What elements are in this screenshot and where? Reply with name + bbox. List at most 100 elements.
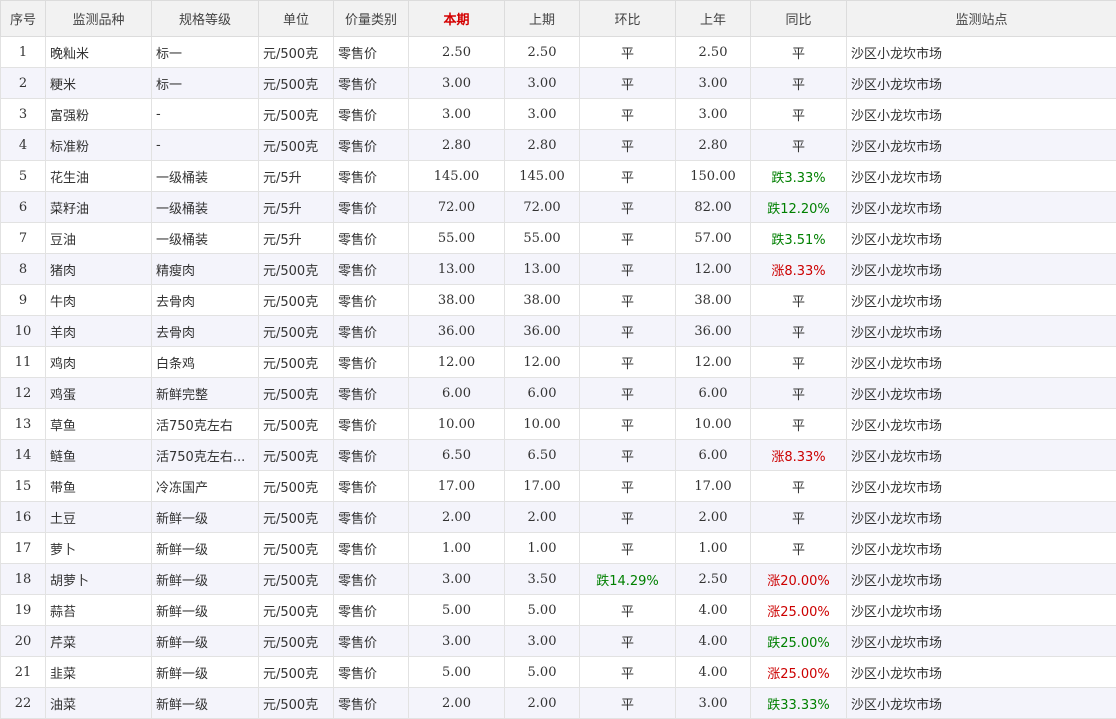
header-current: 本期 <box>408 0 505 37</box>
cell-mom: 平 <box>579 222 676 254</box>
cell-current: 3.00 <box>408 67 505 99</box>
cell-last-year: 3.00 <box>675 67 751 99</box>
cell-index: 5 <box>0 160 46 192</box>
cell-mom: 平 <box>579 284 676 316</box>
cell-price-type: 零售价 <box>333 284 409 316</box>
cell-current: 55.00 <box>408 222 505 254</box>
cell-site: 沙区小龙坎市场 <box>846 625 1116 657</box>
cell-current: 36.00 <box>408 315 505 347</box>
cell-unit: 元/500克 <box>258 656 334 688</box>
cell-name: 韭菜 <box>45 656 152 688</box>
cell-unit: 元/500克 <box>258 284 334 316</box>
cell-spec: 一级桶装 <box>151 222 259 254</box>
cell-yoy: 跌3.33% <box>750 160 847 192</box>
cell-yoy: 跌3.51% <box>750 222 847 254</box>
cell-price-type: 零售价 <box>333 129 409 161</box>
cell-unit: 元/500克 <box>258 67 334 99</box>
cell-current: 1.00 <box>408 532 505 564</box>
cell-spec: 去骨肉 <box>151 315 259 347</box>
table-row: 5 花生油 一级桶装 元/5升 零售价 145.00 145.00 平 150.00 跌3.33%… <box>0 160 1116 192</box>
cell-mom: 平 <box>579 532 676 564</box>
cell-mom: 平 <box>579 315 676 347</box>
cell-name: 蒜苔 <box>45 594 152 626</box>
table-row: 22 油菜 新鲜一级 元/500克 零售价 2.00 2.00 平 3.00 跌33.33% 沙区小… <box>0 687 1116 719</box>
cell-last-year: 36.00 <box>675 315 751 347</box>
cell-name: 猪肉 <box>45 253 152 285</box>
cell-spec: 新鲜一级 <box>151 563 259 595</box>
cell-last-year: 4.00 <box>675 594 751 626</box>
cell-name: 牛肉 <box>45 284 152 316</box>
cell-site: 沙区小龙坎市场 <box>846 36 1116 68</box>
cell-previous: 36.00 <box>504 315 580 347</box>
table-header: 序号 监测品种 规格等级 单位 价量类别 本期 上期 环比 上年 同比 监测站点 <box>0 0 1116 37</box>
cell-previous: 3.00 <box>504 98 580 130</box>
cell-current: 145.00 <box>408 160 505 192</box>
cell-name: 鲢鱼 <box>45 439 152 471</box>
table-row: 6 菜籽油 一级桶装 元/5升 零售价 72.00 72.00 平 82.00 跌12.20% 沙区… <box>0 191 1116 223</box>
cell-price-type: 零售价 <box>333 532 409 564</box>
cell-mom: 平 <box>579 98 676 130</box>
table-row: 16 土豆 新鲜一级 元/500克 零售价 2.00 2.00 平 2.00 平沙区小龙坎市场 <box>0 501 1116 533</box>
cell-previous: 12.00 <box>504 346 580 378</box>
cell-unit: 元/500克 <box>258 501 334 533</box>
cell-mom: 跌14.29% <box>579 563 676 595</box>
cell-site: 沙区小龙坎市场 <box>846 501 1116 533</box>
cell-index: 2 <box>0 67 46 99</box>
cell-current: 17.00 <box>408 470 505 502</box>
table-row: 17 萝卜 新鲜一级 元/500克 零售价 1.00 1.00 平 1.00 平沙区小龙坎市场 <box>0 532 1116 564</box>
cell-price-type: 零售价 <box>333 191 409 223</box>
cell-yoy: 平 <box>750 501 847 533</box>
cell-previous: 3.00 <box>504 67 580 99</box>
cell-previous: 10.00 <box>504 408 580 440</box>
cell-index: 16 <box>0 501 46 533</box>
cell-spec: 一级桶装 <box>151 160 259 192</box>
cell-price-type: 零售价 <box>333 656 409 688</box>
cell-name: 花生油 <box>45 160 152 192</box>
cell-spec: 精瘦肉 <box>151 253 259 285</box>
cell-site: 沙区小龙坎市场 <box>846 563 1116 595</box>
cell-name: 豆油 <box>45 222 152 254</box>
cell-last-year: 12.00 <box>675 346 751 378</box>
cell-spec: 新鲜一级 <box>151 532 259 564</box>
cell-previous: 3.50 <box>504 563 580 595</box>
cell-index: 4 <box>0 129 46 161</box>
cell-unit: 元/500克 <box>258 253 334 285</box>
cell-unit: 元/500克 <box>258 594 334 626</box>
cell-current: 5.00 <box>408 594 505 626</box>
table-row: 4 标准粉 - 元/500克 零售价 2.80 2.80 平 2.80 平沙区小龙坎市场 <box>0 129 1116 161</box>
cell-current: 6.00 <box>408 377 505 409</box>
cell-name: 标准粉 <box>45 129 152 161</box>
cell-price-type: 零售价 <box>333 377 409 409</box>
cell-site: 沙区小龙坎市场 <box>846 687 1116 719</box>
cell-name: 带鱼 <box>45 470 152 502</box>
cell-site: 沙区小龙坎市场 <box>846 408 1116 440</box>
header-price-type: 价量类别 <box>333 0 409 37</box>
cell-price-type: 零售价 <box>333 36 409 68</box>
cell-yoy: 涨25.00% <box>750 656 847 688</box>
cell-name: 菜籽油 <box>45 191 152 223</box>
cell-name: 芹菜 <box>45 625 152 657</box>
cell-yoy: 平 <box>750 408 847 440</box>
cell-name: 萝卜 <box>45 532 152 564</box>
cell-index: 15 <box>0 470 46 502</box>
table-row: 15 带鱼 冷冻国产 元/500克 零售价 17.00 17.00 平 17.00 平沙区小龙坎市… <box>0 470 1116 502</box>
cell-last-year: 57.00 <box>675 222 751 254</box>
cell-mom: 平 <box>579 594 676 626</box>
cell-site: 沙区小龙坎市场 <box>846 594 1116 626</box>
header-previous: 上期 <box>504 0 580 37</box>
cell-spec: 活750克左右... <box>151 439 259 471</box>
header-site: 监测站点 <box>846 0 1116 37</box>
cell-mom: 平 <box>579 408 676 440</box>
cell-index: 13 <box>0 408 46 440</box>
cell-name: 晚籼米 <box>45 36 152 68</box>
table-row: 18 胡萝卜 新鲜一级 元/500克 零售价 3.00 3.50 跌14.29% 2.50 涨20… <box>0 563 1116 595</box>
cell-site: 沙区小龙坎市场 <box>846 160 1116 192</box>
cell-unit: 元/500克 <box>258 408 334 440</box>
cell-mom: 平 <box>579 656 676 688</box>
cell-mom: 平 <box>579 687 676 719</box>
cell-spec: - <box>151 98 259 130</box>
cell-last-year: 3.00 <box>675 687 751 719</box>
cell-spec: 新鲜一级 <box>151 594 259 626</box>
table-row: 7 豆油 一级桶装 元/5升 零售价 55.00 55.00 平 57.00 跌3.51% 沙区小龙… <box>0 222 1116 254</box>
cell-previous: 2.80 <box>504 129 580 161</box>
